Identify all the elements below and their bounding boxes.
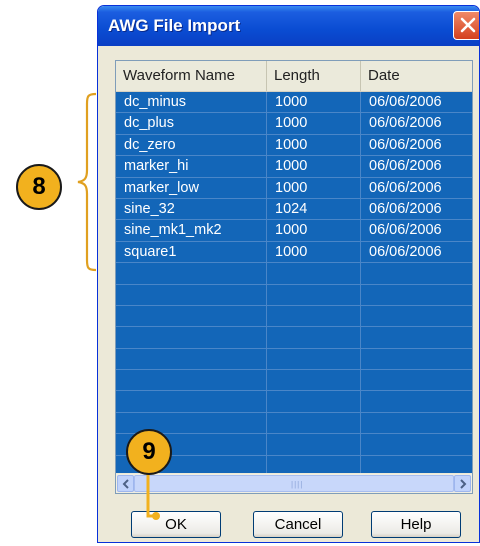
column-header-waveform-name[interactable]: Waveform Name [116, 61, 267, 91]
empty-cell [361, 306, 472, 326]
chevron-right-icon [460, 479, 467, 489]
cell-date: 06/06/2006 [369, 179, 442, 196]
help-button-label: Help [400, 516, 432, 533]
cell-waveform-name: dc_minus [116, 92, 267, 113]
empty-cell [267, 327, 361, 348]
empty-cell [116, 263, 267, 284]
cancel-button-label: Cancel [274, 516, 322, 533]
window-title: AWG File Import [108, 16, 241, 35]
empty-row [116, 305, 472, 328]
cell-date: 06/06/2006 [369, 200, 442, 217]
empty-cell [267, 434, 361, 455]
cell-waveform-name: marker_low [116, 177, 267, 198]
waveform-table: Waveform Name Length Date dc_minus 1000 06… [115, 60, 473, 494]
cell-date: 06/06/2006 [369, 94, 442, 110]
cell-length: 1000 [267, 241, 361, 263]
title-bar: AWG File Import [98, 6, 479, 46]
scroll-right-button[interactable] [454, 475, 471, 492]
empty-cell [267, 348, 361, 370]
table-row[interactable]: dc_minus 1000 06/06/2006 [116, 92, 472, 114]
cell-length: 1000 [267, 156, 361, 177]
column-header-length[interactable]: Length [267, 61, 361, 91]
empty-cell [361, 349, 472, 369]
cell-length: 1000 [267, 113, 361, 134]
cell-waveform-name: square1 [116, 241, 267, 263]
empty-cell [267, 412, 361, 434]
empty-cell [116, 327, 267, 348]
table-row[interactable]: marker_hi 1000 06/06/2006 [116, 156, 472, 178]
empty-row [116, 348, 472, 371]
cell-length: 1000 [267, 177, 361, 198]
cancel-button[interactable]: Cancel [253, 511, 343, 538]
callout-8: 8 [16, 164, 62, 210]
empty-cell [116, 391, 267, 412]
empty-row [116, 327, 472, 349]
ok-button-label: OK [165, 516, 187, 533]
cell-date: 06/06/2006 [369, 222, 442, 239]
table-row[interactable]: marker_low 1000 06/06/2006 [116, 177, 472, 199]
cell-date: 06/06/2006 [369, 158, 442, 175]
callout-9: 9 [126, 429, 172, 475]
empty-cell [267, 391, 361, 412]
cell-date: 06/06/2006 [369, 115, 442, 132]
horizontal-scrollbar[interactable]: |||| [116, 473, 472, 493]
close-icon [460, 17, 476, 33]
cell-length: 1000 [267, 92, 361, 113]
grip-icon: |||| [291, 480, 304, 489]
empty-cell [361, 285, 472, 305]
cell-waveform-name: marker_hi [116, 156, 267, 177]
empty-row [116, 370, 472, 392]
empty-cell [267, 370, 361, 391]
empty-cell [361, 263, 472, 283]
cell-length: 1000 [267, 220, 361, 241]
empty-cell [361, 327, 472, 347]
empty-row [116, 284, 472, 306]
cell-length: 1000 [267, 134, 361, 156]
empty-row [116, 412, 472, 435]
table-body: dc_minus 1000 06/06/2006 dc_plus 1000 06/06/2… [116, 92, 472, 475]
cell-date: 06/06/2006 [369, 136, 442, 153]
cell-length: 1024 [267, 198, 361, 220]
empty-cell [116, 370, 267, 391]
empty-cell [361, 391, 472, 411]
empty-cell [116, 284, 267, 305]
cell-waveform-name: sine_32 [116, 198, 267, 220]
cell-waveform-name: sine_mk1_mk2 [116, 220, 267, 241]
table-row[interactable]: sine_mk1_mk2 1000 06/06/2006 [116, 220, 472, 242]
cell-date: 06/06/2006 [369, 243, 442, 260]
cell-waveform-name: dc_zero [116, 134, 267, 156]
scroll-thumb[interactable]: |||| [134, 475, 454, 492]
cell-waveform-name: dc_plus [116, 113, 267, 134]
help-button[interactable]: Help [371, 511, 461, 538]
empty-cell [267, 263, 361, 284]
table-header: Waveform Name Length Date [116, 61, 472, 92]
table-row[interactable]: sine_32 1024 06/06/2006 [116, 198, 472, 221]
empty-cell [267, 284, 361, 305]
empty-cell [361, 413, 472, 433]
empty-cell [116, 348, 267, 370]
column-header-date[interactable]: Date [361, 61, 472, 91]
table-row[interactable]: dc_zero 1000 06/06/2006 [116, 134, 472, 157]
empty-row [116, 391, 472, 413]
empty-cell [267, 305, 361, 327]
close-button[interactable] [453, 11, 479, 40]
empty-row [116, 263, 472, 285]
empty-cell [116, 305, 267, 327]
empty-cell [361, 370, 472, 390]
table-row[interactable]: square1 1000 06/06/2006 [116, 241, 472, 264]
table-row[interactable]: dc_plus 1000 06/06/2006 [116, 113, 472, 135]
empty-cell [361, 434, 472, 454]
